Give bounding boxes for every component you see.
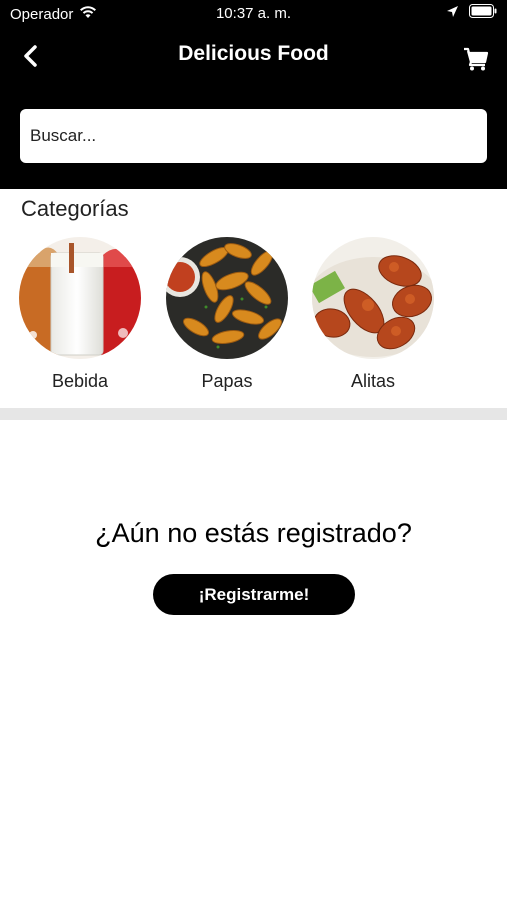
status-bar: Operador 10:37 a. m. <box>0 0 507 28</box>
search-area <box>0 84 507 189</box>
page-title: Delicious Food <box>178 42 329 65</box>
category-label: Bebida <box>51 371 109 391</box>
register-button[interactable]: ¡Registrarme! <box>153 574 355 615</box>
location-arrow-icon <box>446 5 459 22</box>
milk-drink-image <box>19 237 141 359</box>
cart-button[interactable] <box>463 46 489 72</box>
category-bebida[interactable]: Bebida <box>18 237 142 392</box>
section-divider <box>0 408 507 420</box>
app-screen: Operador 10:37 a. m. Delicious Food Busc… <box>0 0 507 900</box>
potato-wedges-image <box>166 237 288 359</box>
category-label: Alitas <box>350 371 395 391</box>
category-papas[interactable]: Papas <box>165 237 289 392</box>
navigation-bar: Delicious Food <box>0 28 507 84</box>
cart-icon <box>464 47 489 71</box>
status-right <box>446 4 497 22</box>
register-prompt: ¿Aún no estás registrado? <box>95 518 412 548</box>
status-time: 10:37 a. m. <box>215 5 292 22</box>
chicken-wings-image <box>312 237 434 359</box>
battery-icon <box>469 4 497 22</box>
category-alitas[interactable]: Alitas <box>311 237 435 392</box>
categories-heading: Categorías <box>21 196 129 221</box>
category-label: Papas <box>201 371 253 391</box>
search-input[interactable] <box>20 109 487 163</box>
